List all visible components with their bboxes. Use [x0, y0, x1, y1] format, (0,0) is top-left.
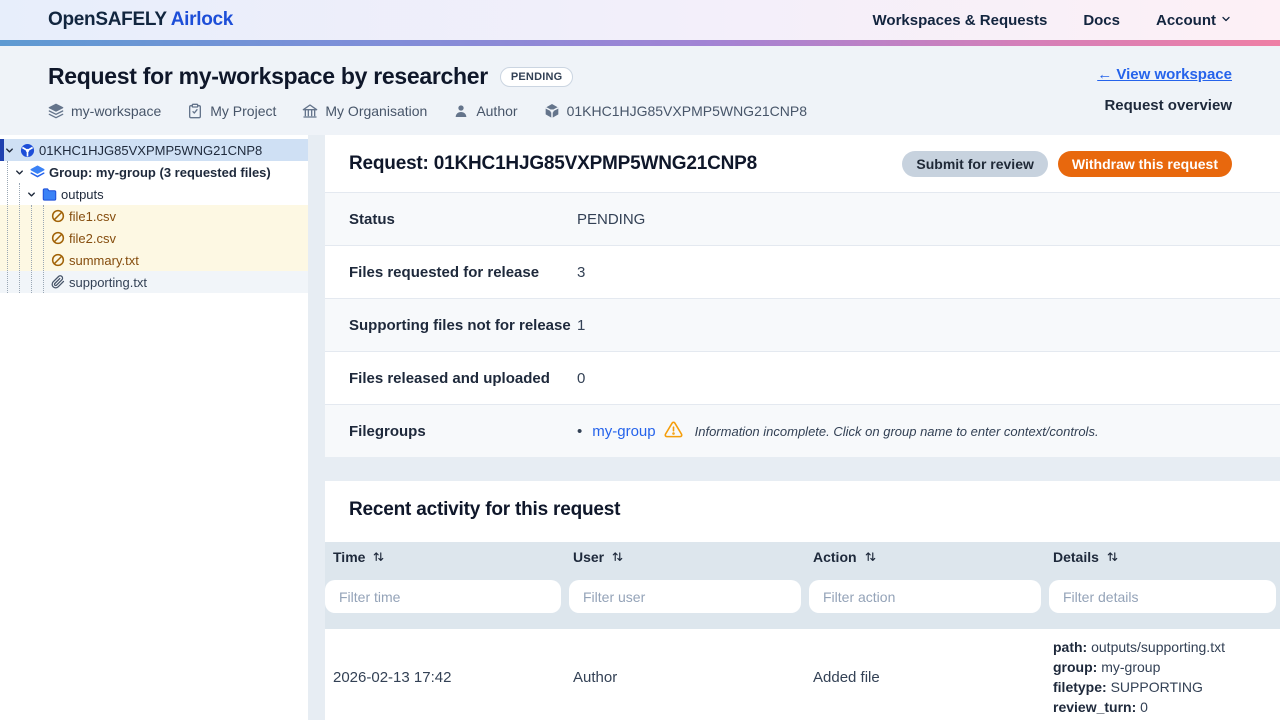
tree-guide-line — [43, 205, 44, 293]
folder-icon — [42, 187, 57, 202]
brand-logo[interactable]: OpenSAFELY Airlock — [48, 9, 233, 31]
paperclip-icon — [51, 275, 65, 289]
warning-icon — [664, 420, 683, 443]
request-overview-label: Request overview — [1104, 97, 1232, 114]
chevron-down-icon — [1220, 12, 1232, 29]
tree-guide-line — [7, 161, 8, 293]
sort-icon[interactable] — [1106, 550, 1119, 563]
tree-item-summary[interactable]: summary.txt — [0, 249, 308, 271]
sort-icon[interactable] — [864, 550, 877, 563]
meta-project: My Project — [187, 103, 276, 119]
files-released-row: Files released and uploaded 0 — [325, 351, 1280, 404]
layers-icon — [48, 103, 64, 119]
meta-workspace: my-workspace — [48, 103, 161, 119]
filter-time-input[interactable] — [325, 580, 561, 613]
header-meta-row: my-workspace My Project My Organisation … — [48, 103, 807, 119]
column-header-details[interactable]: Details — [1045, 542, 1280, 571]
activity-filter-row — [325, 571, 1280, 629]
status-row: Status PENDING — [325, 192, 1280, 245]
nav-links: Workspaces & Requests Docs Account — [873, 12, 1232, 29]
tree-item-file1[interactable]: file1.csv — [0, 205, 308, 227]
column-header-time[interactable]: Time — [325, 542, 565, 571]
tree-guide-line — [31, 205, 32, 293]
request-card-title: Request: 01KHC1HJG85VXPMP5WNG21CNP8 — [349, 153, 757, 175]
nav-workspaces-link[interactable]: Workspaces & Requests — [873, 12, 1048, 29]
output-file-icon — [51, 253, 65, 267]
meta-organisation: My Organisation — [302, 103, 427, 119]
view-workspace-link[interactable]: ← View workspace — [1097, 66, 1232, 83]
activity-time: 2026-02-13 17:42 — [325, 629, 565, 720]
output-file-icon — [51, 231, 65, 245]
meta-request-id: 01KHC1HJG85VXPMP5WNG21CNP8 — [544, 103, 807, 119]
withdraw-request-button[interactable]: Withdraw this request — [1058, 151, 1232, 177]
page-header: Request for my-workspace by researcher P… — [0, 46, 1280, 135]
status-badge: PENDING — [500, 67, 574, 87]
files-requested-row: Files requested for release 3 — [325, 245, 1280, 298]
supporting-files-row: Supporting files not for release 1 — [325, 298, 1280, 351]
output-file-icon — [51, 209, 65, 223]
sort-icon[interactable] — [611, 550, 624, 563]
sort-icon[interactable] — [372, 550, 385, 563]
filegroup-warning-text: Information incomplete. Click on group n… — [695, 424, 1099, 439]
package-icon — [544, 103, 560, 119]
chevron-down-icon[interactable] — [14, 167, 26, 178]
tree-item-group[interactable]: Group: my-group (3 requested files) — [0, 161, 308, 183]
activity-table-header: Time User Action Details — [325, 542, 1280, 571]
activity-table: Time User Action Details — [325, 542, 1280, 720]
activity-row: 2026-02-13 17:42 Author Added file path:… — [325, 629, 1280, 720]
activity-action: Added file — [805, 629, 1045, 720]
brand-primary: OpenSAFELY — [48, 9, 166, 30]
tree-guide-line — [19, 183, 20, 293]
request-summary-card: Request: 01KHC1HJG85VXPMP5WNG21CNP8 Subm… — [325, 135, 1280, 457]
activity-user: Author — [565, 629, 805, 720]
column-header-action[interactable]: Action — [805, 542, 1045, 571]
organisation-icon — [302, 103, 318, 119]
file-tree-sidebar: 01KHC1HJG85VXPMP5WNG21CNP8 Group: my-gro… — [0, 135, 308, 720]
card-gap — [325, 457, 1280, 481]
chevron-down-icon[interactable] — [4, 145, 16, 156]
chevron-down-icon[interactable] — [26, 189, 38, 200]
brand-secondary: Airlock — [171, 9, 233, 30]
tree-item-outputs-folder[interactable]: outputs — [0, 183, 308, 205]
clipboard-icon — [187, 103, 203, 119]
user-icon — [453, 103, 469, 119]
filter-action-input[interactable] — [809, 580, 1041, 613]
request-icon — [20, 143, 35, 158]
recent-activity-card: Recent activity for this request Time Us… — [325, 481, 1280, 720]
bullet: • — [577, 423, 582, 440]
account-label: Account — [1156, 12, 1216, 29]
column-header-user[interactable]: User — [565, 542, 805, 571]
meta-author: Author — [453, 103, 517, 119]
activity-details: path: outputs/supporting.txt group: my-g… — [1045, 629, 1280, 720]
group-layers-icon — [30, 165, 45, 180]
filter-details-input[interactable] — [1049, 580, 1276, 613]
page-title: Request for my-workspace by researcher — [48, 63, 488, 90]
submit-for-review-button[interactable]: Submit for review — [902, 151, 1047, 177]
filegroup-link[interactable]: my-group — [592, 423, 655, 440]
nav-docs-link[interactable]: Docs — [1083, 12, 1120, 29]
main-content: Request: 01KHC1HJG85VXPMP5WNG21CNP8 Subm… — [325, 135, 1280, 720]
account-menu-button[interactable]: Account — [1156, 12, 1232, 29]
tree-item-supporting[interactable]: supporting.txt — [0, 271, 308, 293]
tree-item-request-root[interactable]: 01KHC1HJG85VXPMP5WNG21CNP8 — [0, 139, 308, 161]
activity-title: Recent activity for this request — [349, 499, 1256, 521]
tree-item-file2[interactable]: file2.csv — [0, 227, 308, 249]
filegroups-row: Filegroups • my-group Information incomp… — [325, 404, 1280, 457]
filter-user-input[interactable] — [569, 580, 801, 613]
top-navbar: OpenSAFELY Airlock Workspaces & Requests… — [0, 0, 1280, 40]
